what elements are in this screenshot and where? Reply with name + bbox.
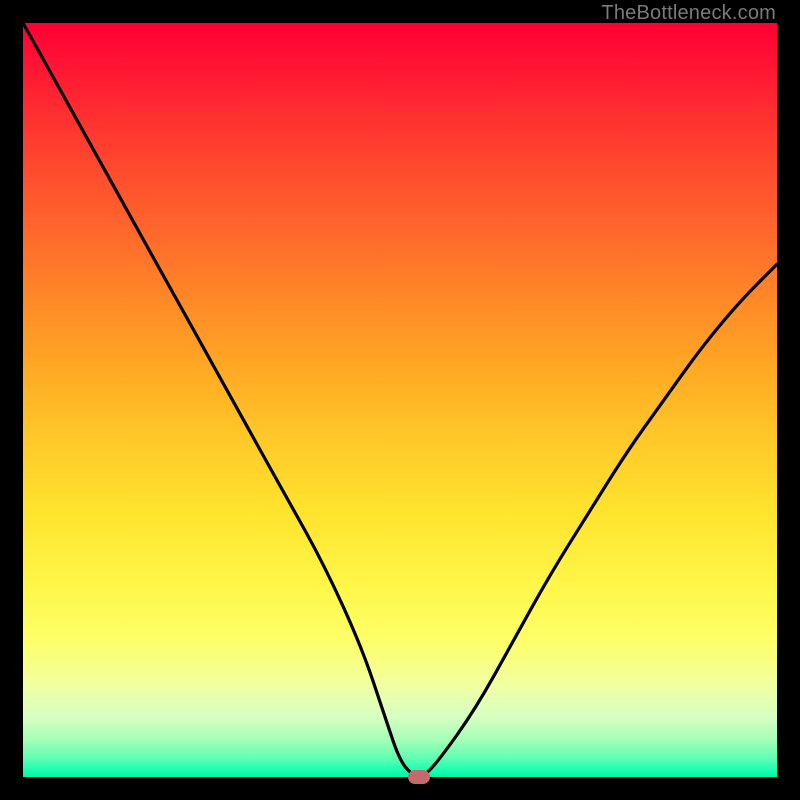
chart-frame: TheBottleneck.com: [0, 0, 800, 800]
attribution-text: TheBottleneck.com: [601, 2, 776, 25]
optimal-point-marker: [408, 770, 430, 784]
plot-area: [23, 23, 777, 777]
bottleneck-curve: [23, 23, 777, 777]
